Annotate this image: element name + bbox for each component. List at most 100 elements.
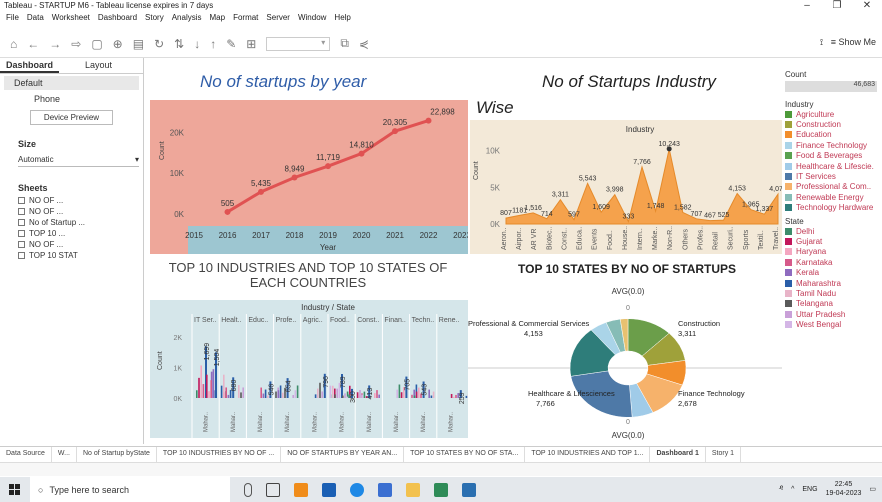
- bar: [363, 391, 366, 398]
- tableau-icon[interactable]: [462, 482, 476, 497]
- sheet-item[interactable]: NO OF ...: [0, 206, 143, 217]
- maximize-icon[interactable]: ❐: [822, 0, 852, 14]
- state-legend-item[interactable]: Telangana: [785, 299, 882, 309]
- menu-item-worksheet[interactable]: Worksheet: [52, 13, 90, 25]
- sheet-tab[interactable]: NO OF STARTUPS BY YEAR AN...: [281, 447, 405, 462]
- annotation-name: Construction: [678, 319, 720, 328]
- highlight-icon[interactable]: ✎: [226, 37, 236, 51]
- sheet-tab[interactable]: Dashboard 1: [650, 447, 706, 462]
- sheet-item[interactable]: NO OF ...: [0, 239, 143, 250]
- menu-item-story[interactable]: Story: [145, 13, 164, 25]
- state-legend-item[interactable]: Uttar Pradesh: [785, 309, 882, 319]
- state-legend-item[interactable]: Haryana: [785, 247, 882, 257]
- industry-legend-item[interactable]: IT Services: [785, 171, 882, 181]
- windows-start-icon[interactable]: [0, 477, 30, 502]
- menu-item-data[interactable]: Data: [27, 13, 44, 25]
- people-icon[interactable]: ዳ: [779, 485, 783, 493]
- sheet-tab[interactable]: Story 1: [706, 447, 742, 462]
- industry-legend-item[interactable]: Food & Beverages: [785, 151, 882, 161]
- state-legend-item[interactable]: West Bengal: [785, 319, 882, 329]
- back-icon[interactable]: ←: [27, 37, 39, 51]
- state-legend-swatch: [785, 279, 792, 287]
- home-icon[interactable]: ⌂: [10, 37, 17, 51]
- state-legend-item[interactable]: Maharashtra: [785, 278, 882, 288]
- sheet-tab[interactable]: TOP 10 INDUSTRIES BY NO OF ...: [157, 447, 282, 462]
- sheet-tab[interactable]: W...: [52, 447, 77, 462]
- store-icon[interactable]: [322, 482, 336, 497]
- app-icon-green[interactable]: [434, 482, 448, 497]
- category-label: Profe..: [276, 317, 297, 324]
- state-legend-item[interactable]: Tamil Nadu: [785, 288, 882, 298]
- industry-legend-item[interactable]: Finance Technology: [785, 140, 882, 150]
- industry-legend-item[interactable]: Renewable Energy: [785, 192, 882, 202]
- chevron-up-icon[interactable]: ^: [791, 486, 794, 493]
- presentation-icon[interactable]: ⧉: [340, 36, 349, 51]
- year-line-chart[interactable]: 0K 10K 20K Count 2015 2016 2017 2018 2019 2020 202…: [150, 100, 468, 254]
- language-indicator[interactable]: ENG: [802, 486, 817, 493]
- swap-icon[interactable]: ⇅: [174, 37, 184, 51]
- sheet-tab[interactable]: Data Source: [0, 447, 52, 462]
- top10-bar-chart[interactable]: Industry / State IT Ser.. Mahar.. Healt.. Ma…: [150, 300, 468, 438]
- save-icon[interactable]: ▢: [91, 37, 102, 51]
- fit-select[interactable]: ▾: [266, 36, 331, 51]
- sheet-item[interactable]: No of Startup ...: [0, 217, 143, 228]
- industry-area-chart[interactable]: Industry0K5K10KCount807 11811,5167143,311…: [470, 120, 782, 254]
- photos-icon[interactable]: [378, 482, 392, 497]
- forward-icon[interactable]: →: [49, 37, 61, 51]
- sheet-item[interactable]: NO OF ...: [0, 195, 143, 206]
- menu-item-file[interactable]: File: [6, 13, 19, 25]
- edge-icon[interactable]: [350, 482, 364, 497]
- industry-legend-item[interactable]: Construction: [785, 119, 882, 129]
- tab-dashboard[interactable]: Dashboard: [0, 58, 60, 73]
- menu-item-help[interactable]: Help: [334, 13, 350, 25]
- industry-legend-item[interactable]: Professional & Com..: [785, 182, 882, 192]
- bar: [329, 385, 332, 398]
- sheet-item[interactable]: TOP 10 ...: [0, 228, 143, 239]
- device-phone[interactable]: Phone: [0, 92, 143, 106]
- clock[interactable]: 22:45 19-04-2023: [826, 480, 862, 498]
- redo-icon[interactable]: ⇨: [71, 37, 81, 51]
- sheet-tab[interactable]: TOP 10 INDUSTRIES AND TOP 1...: [525, 447, 651, 462]
- menu-item-server[interactable]: Server: [266, 13, 290, 25]
- refresh-icon[interactable]: ↻: [154, 37, 164, 51]
- device-preview-button[interactable]: Device Preview: [30, 110, 113, 125]
- industry-legend-item[interactable]: Agriculture: [785, 109, 882, 119]
- size-select[interactable]: Automatic ▾: [18, 153, 139, 167]
- close-icon[interactable]: ✕: [852, 0, 882, 14]
- menu-item-format[interactable]: Format: [233, 13, 258, 25]
- menu-item-analysis[interactable]: Analysis: [172, 13, 202, 25]
- minimize-icon[interactable]: –: [792, 0, 822, 14]
- sort-desc-icon[interactable]: ↑: [210, 37, 216, 51]
- show-me-button[interactable]: ⟟ ≡ Show Me: [820, 37, 876, 48]
- menu-item-map[interactable]: Map: [210, 13, 226, 25]
- menu-item-window[interactable]: Window: [298, 13, 326, 25]
- share-icon[interactable]: ⋞: [359, 37, 369, 51]
- sheet-item[interactable]: TOP 10 STAT: [0, 250, 143, 261]
- sort-asc-icon[interactable]: ↓: [194, 37, 200, 51]
- sheet-tab[interactable]: TOP 10 STATES BY NO OF STA...: [404, 447, 526, 462]
- menu-item-dashboard[interactable]: Dashboard: [98, 13, 137, 25]
- add-datasource-icon[interactable]: ⊕: [113, 37, 123, 51]
- states-pie-chart[interactable]: AVG(0.0) 0 Professional & Commercial Servi…: [468, 278, 782, 440]
- state-legend-item[interactable]: Karnataka: [785, 257, 882, 267]
- state-legend-item[interactable]: Kerala: [785, 267, 882, 277]
- state-legend-item[interactable]: Gujarat: [785, 236, 882, 246]
- industry-legend-label: Renewable Energy: [796, 192, 864, 202]
- file-explorer-icon[interactable]: [406, 482, 420, 497]
- sheet-tab[interactable]: No of Startup byState: [77, 447, 157, 462]
- bar: [413, 395, 416, 398]
- taskbar-search[interactable]: ○ Type here to search: [30, 477, 230, 502]
- mic-icon[interactable]: [244, 482, 252, 497]
- x-tick-label: 2021: [386, 231, 404, 240]
- device-default[interactable]: Default: [4, 76, 139, 90]
- group-icon[interactable]: ⊞: [246, 37, 256, 51]
- new-worksheet-icon[interactable]: ▤: [133, 37, 144, 51]
- industry-legend-item[interactable]: Education: [785, 130, 882, 140]
- tab-layout[interactable]: Layout: [79, 58, 118, 73]
- notification-icon[interactable]: ▭: [869, 485, 876, 493]
- task-view-icon[interactable]: [266, 482, 280, 497]
- vlc-icon[interactable]: [294, 482, 308, 497]
- state-legend-item[interactable]: Delhi: [785, 226, 882, 236]
- industry-legend-item[interactable]: Technology Hardware: [785, 203, 882, 213]
- industry-legend-item[interactable]: Healthcare & Lifescie.: [785, 161, 882, 171]
